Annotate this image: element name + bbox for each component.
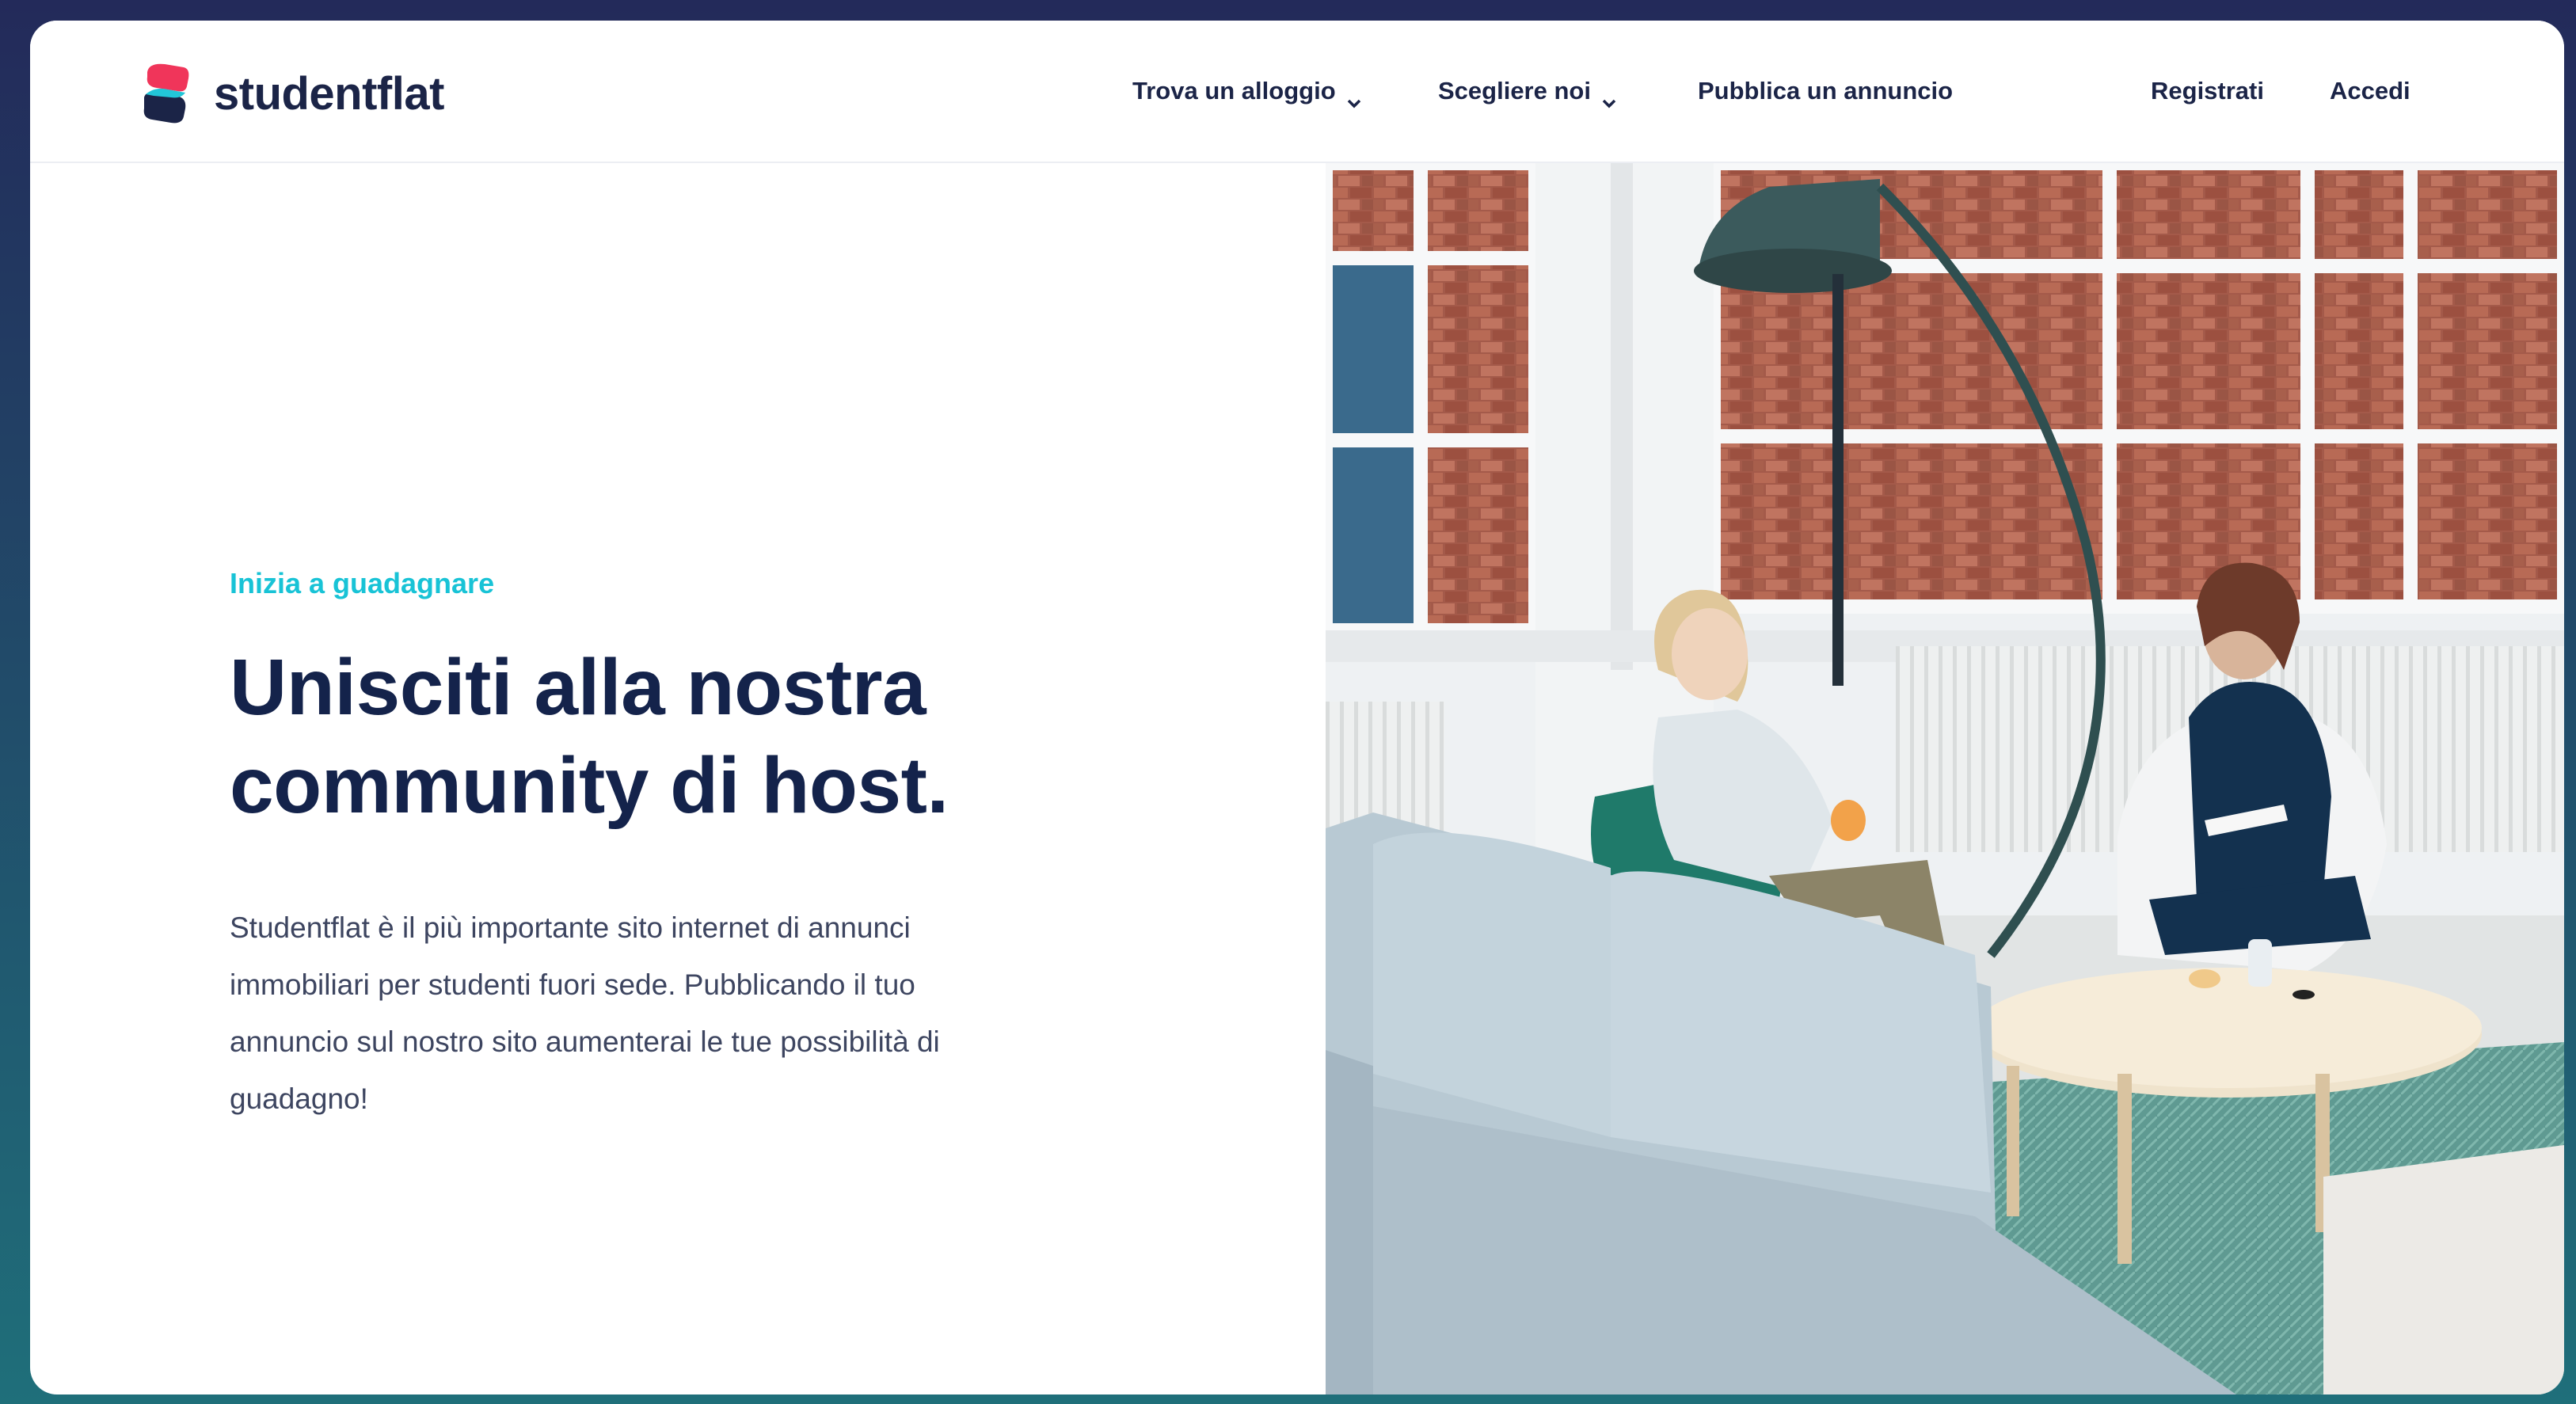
nav-choose-us[interactable]: Scegliere noi <box>1438 21 1616 162</box>
nav-login-label: Accedi <box>2330 77 2410 105</box>
description-line-3: annuncio sul nostro sito aumenterai le t… <box>230 1025 940 1058</box>
description-line-4: guadagno! <box>230 1082 368 1115</box>
nav-find-label: Trova un alloggio <box>1132 77 1336 105</box>
nav-register[interactable]: Registrati <box>2151 21 2264 162</box>
brand-logo-link[interactable]: studentflat <box>141 62 444 125</box>
chevron-down-icon <box>1602 86 1616 108</box>
description-line-1: Studentflat è il più importante sito int… <box>230 911 911 944</box>
browser-window: studentflat Trova un alloggio Scegliere … <box>30 21 2564 1394</box>
nav-find-accommodation[interactable]: Trova un alloggio <box>1132 21 1361 162</box>
headline-line-2: community di host. <box>230 741 949 830</box>
site-header: studentflat Trova un alloggio Scegliere … <box>30 21 2564 163</box>
hero-photo <box>1326 163 2564 1394</box>
hero-eyebrow: Inizia a guadagnare <box>230 567 495 599</box>
headline-line-1: Unisciti alla nostra <box>230 643 927 732</box>
chevron-down-icon <box>1347 86 1361 108</box>
hero-headline: Unisciti alla nostra community di host. <box>230 638 1180 835</box>
studentflat-logo <box>141 63 190 124</box>
brand-name: studentflat <box>214 67 444 120</box>
hero-description: Studentflat è il più importante sito int… <box>230 900 1101 1128</box>
nav-choose-label: Scegliere noi <box>1438 77 1591 105</box>
nav-publish-listing[interactable]: Pubblica un annuncio <box>1698 21 1953 162</box>
nav-login[interactable]: Accedi <box>2330 21 2410 162</box>
nav-publish-label: Pubblica un annuncio <box>1698 77 1954 105</box>
description-line-2: immobiliari per studenti fuori sede. Pub… <box>230 968 915 1001</box>
nav-register-label: Registrati <box>2151 77 2264 105</box>
